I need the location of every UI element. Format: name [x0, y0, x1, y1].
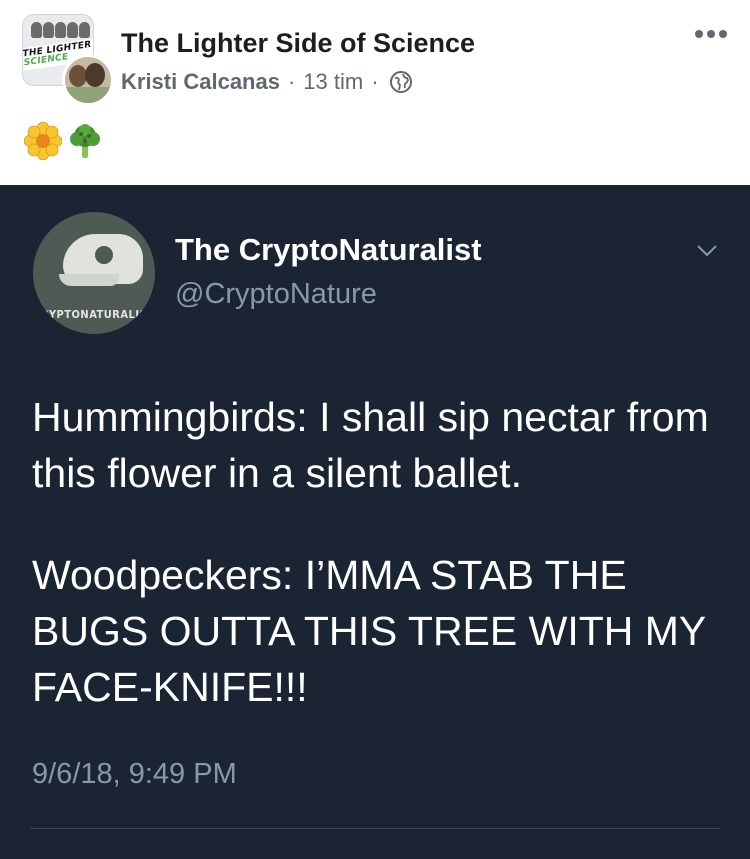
meta-separator: ·	[371, 69, 379, 94]
author-name-link[interactable]: Kristi Calcanas	[121, 69, 280, 95]
tweet-text-paragraph: Woodpeckers: I’MMA STAB THE BUGS OUTTA T…	[32, 552, 706, 710]
tweet-handle[interactable]: @CryptoNature	[175, 278, 377, 311]
divider	[30, 828, 720, 829]
avatar-logo-text: CRYPTONATURALIST	[33, 308, 155, 321]
chevron-down-icon[interactable]	[696, 244, 718, 258]
facebook-post-header: THE LIGHTER SCIENCE The Lighter Side of S…	[0, 0, 750, 185]
meta-separator: ·	[287, 69, 296, 94]
blossom-icon	[24, 122, 62, 160]
tweet-timestamp[interactable]: 9/6/18, 9:49 PM	[32, 758, 237, 791]
tweet-avatar[interactable]: CRYPTONATURALIST	[33, 212, 155, 334]
broccoli-icon	[70, 124, 100, 158]
tweet-text-paragraph: Hummingbirds: I shall sip nectar from th…	[32, 394, 709, 496]
group-avatar[interactable]: THE LIGHTER SCIENCE	[22, 14, 114, 106]
author-avatar[interactable]	[62, 54, 114, 106]
more-dots-icon[interactable]	[693, 24, 729, 44]
globe-icon[interactable]	[389, 70, 413, 94]
post-meta: Kristi Calcanas · 13 tim ·	[121, 66, 413, 98]
group-name-link[interactable]: The Lighter Side of Science	[121, 28, 475, 59]
tweet-display-name[interactable]: The CryptoNaturalist	[175, 232, 482, 268]
post-emoji-row	[24, 122, 104, 162]
post-time-link[interactable]: 13 tim	[303, 69, 363, 95]
